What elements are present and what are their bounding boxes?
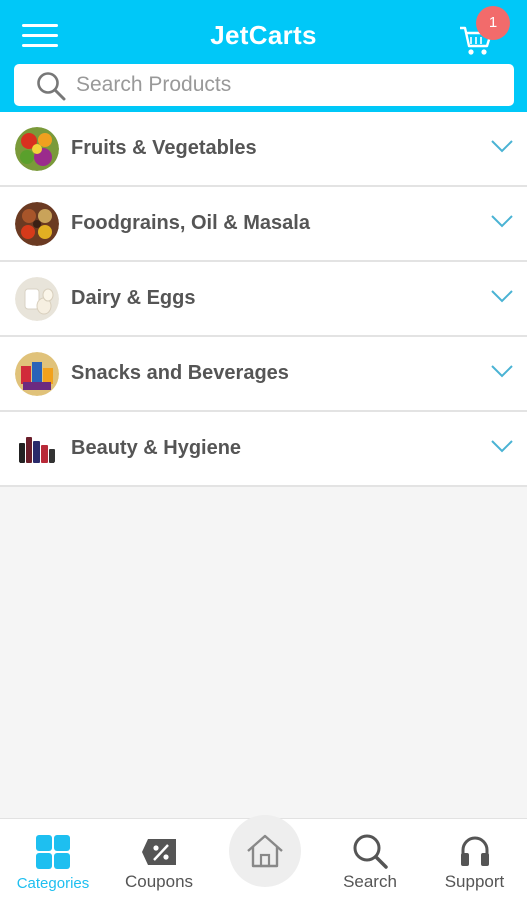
category-label: Dairy & Eggs [71, 287, 196, 309]
search-bar[interactable] [14, 64, 514, 106]
chevron-down-icon[interactable] [491, 139, 513, 153]
category-label: Beauty & Hygiene [71, 437, 242, 459]
category-item-beauty-hygiene[interactable]: Beauty & Hygiene [0, 412, 527, 487]
app-header: JetCarts 1 [0, 0, 527, 112]
category-label: Fruits & Vegetables [71, 137, 257, 159]
nav-home[interactable] [229, 815, 301, 887]
chevron-down-icon[interactable] [491, 214, 513, 228]
home-icon [247, 834, 283, 868]
coupon-icon [142, 839, 176, 865]
app-title: JetCarts [210, 20, 317, 50]
category-item-dairy-eggs[interactable]: Dairy & Eggs [0, 262, 527, 337]
search-icon [353, 834, 388, 869]
category-label: Foodgrains, Oil & Masala [71, 212, 310, 234]
nav-coupons[interactable]: Coupons [106, 819, 212, 900]
nav-search[interactable]: Search [318, 819, 422, 900]
category-item-fruits-vegetables[interactable]: Fruits & Vegetables [0, 112, 527, 187]
nav-label: Categories [16, 875, 90, 892]
chevron-down-icon[interactable] [491, 439, 513, 453]
category-list: Fruits & Vegetables Foodgrains, Oil & Ma… [0, 112, 527, 487]
category-item-foodgrains[interactable]: Foodgrains, Oil & Masala [0, 187, 527, 262]
search-input[interactable] [76, 68, 496, 102]
nav-label: Search [343, 872, 397, 891]
category-label: Snacks and Beverages [71, 362, 289, 384]
nav-support[interactable]: Support [422, 819, 527, 900]
chevron-down-icon[interactable] [491, 289, 513, 303]
grid-icon [36, 835, 70, 869]
search-icon [37, 72, 66, 101]
chevron-down-icon[interactable] [491, 364, 513, 378]
dairy-eggs-thumbnail [15, 277, 59, 321]
headset-icon [460, 836, 489, 866]
cart-count-badge[interactable]: 1 [476, 6, 510, 40]
foodgrains-thumbnail [15, 202, 59, 246]
nav-categories[interactable]: Categories [0, 819, 106, 900]
nav-label: Coupons [124, 872, 194, 891]
fruits-vegetables-thumbnail [15, 127, 59, 171]
category-item-snacks-beverages[interactable]: Snacks and Beverages [0, 337, 527, 412]
beauty-hygiene-thumbnail [15, 427, 59, 471]
nav-label: Support [444, 872, 505, 891]
snacks-beverages-thumbnail [15, 352, 59, 396]
